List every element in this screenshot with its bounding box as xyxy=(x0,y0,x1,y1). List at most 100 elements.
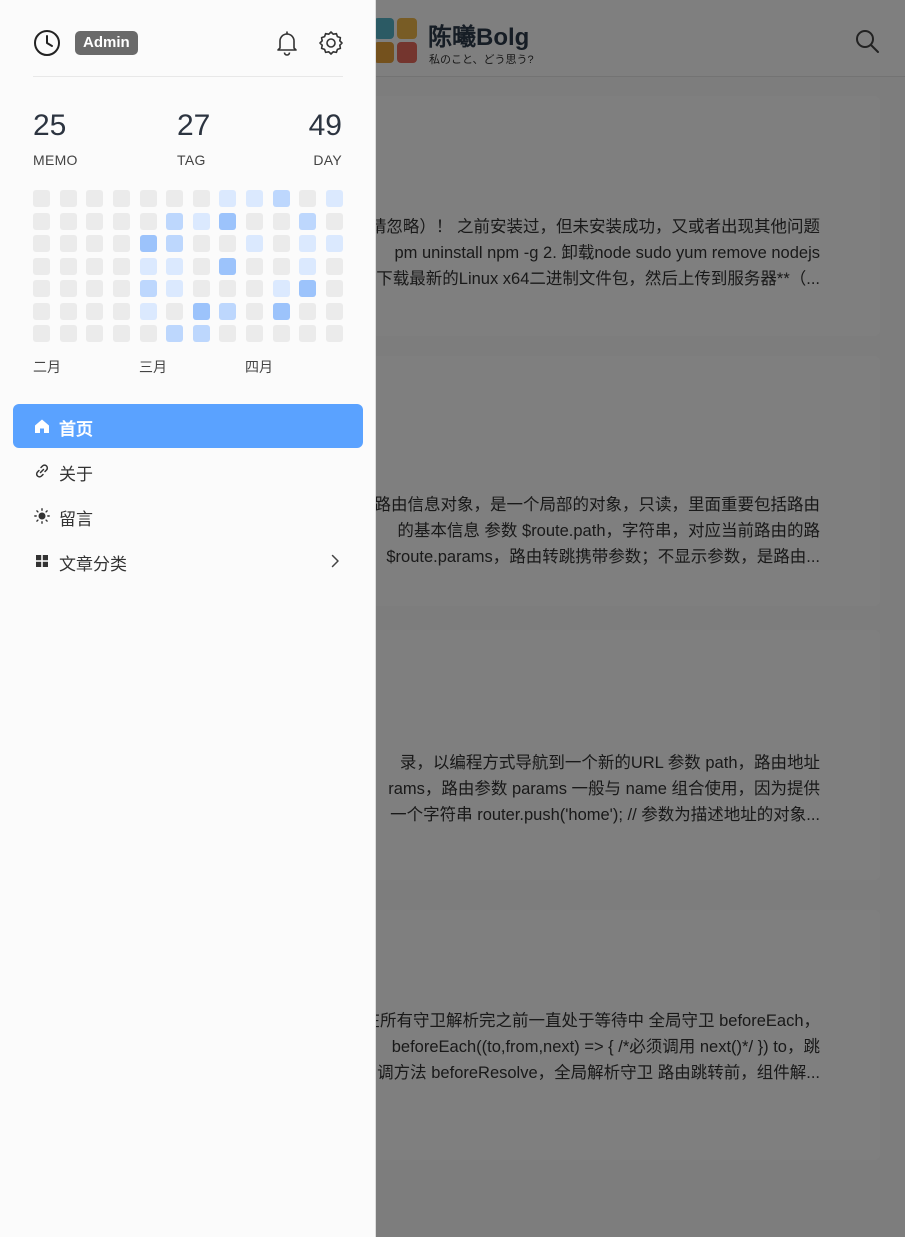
heatmap-cell[interactable] xyxy=(272,212,290,230)
heatmap-cell[interactable] xyxy=(139,280,157,297)
heatmap-cell[interactable] xyxy=(112,235,130,252)
heatmap-cell[interactable] xyxy=(299,302,317,320)
nav-item-home[interactable]: 首页 xyxy=(13,404,363,448)
heatmap-cell[interactable] xyxy=(112,325,130,342)
heatmap-cell[interactable] xyxy=(86,280,104,297)
heatmap-cell[interactable] xyxy=(86,235,104,252)
heatmap-cell[interactable] xyxy=(299,325,317,342)
stat-label: MEMO xyxy=(33,152,78,168)
heatmap-cell[interactable] xyxy=(166,212,184,230)
heatmap-cell[interactable] xyxy=(219,280,237,297)
heatmap-cell[interactable] xyxy=(246,212,264,230)
heatmap-cell[interactable] xyxy=(219,190,237,207)
heatmap-cell[interactable] xyxy=(272,302,290,320)
heatmap-cell[interactable] xyxy=(192,325,210,342)
nav-label: 留言 xyxy=(59,510,93,529)
heatmap-cell[interactable] xyxy=(139,257,157,275)
heatmap-cell[interactable] xyxy=(33,235,50,252)
month-label: 三月 xyxy=(139,359,167,375)
heatmap-cell[interactable] xyxy=(166,190,184,207)
stat-label: TAG xyxy=(177,152,206,168)
heatmap-cell[interactable] xyxy=(166,235,184,252)
heatmap-cell[interactable] xyxy=(33,190,50,207)
link-icon xyxy=(35,464,49,478)
heatmap-cell[interactable] xyxy=(166,257,184,275)
gear-icon[interactable] xyxy=(317,29,345,57)
heatmap-cell[interactable] xyxy=(139,190,157,207)
heatmap-cell[interactable] xyxy=(326,280,343,297)
divider xyxy=(33,76,343,77)
heatmap-cell[interactable] xyxy=(166,325,184,342)
heatmap-cell[interactable] xyxy=(326,302,343,320)
heatmap-cell[interactable] xyxy=(112,212,130,230)
heatmap-cell[interactable] xyxy=(139,302,157,320)
heatmap-cell[interactable] xyxy=(139,212,157,230)
heatmap-cell[interactable] xyxy=(272,280,290,297)
heatmap-cell[interactable] xyxy=(246,325,264,342)
heatmap-cell[interactable] xyxy=(219,212,237,230)
heatmap-cell[interactable] xyxy=(86,325,104,342)
heatmap-cell[interactable] xyxy=(272,235,290,252)
heatmap-cell[interactable] xyxy=(166,280,184,297)
heatmap-cell[interactable] xyxy=(192,190,210,207)
heatmap-cell[interactable] xyxy=(246,235,264,252)
heatmap-cell[interactable] xyxy=(192,302,210,320)
heatmap-cell[interactable] xyxy=(86,302,104,320)
heatmap-cell[interactable] xyxy=(326,212,343,230)
heatmap-cell[interactable] xyxy=(59,190,77,207)
admin-badge[interactable]: Admin xyxy=(75,31,138,55)
heatmap-cell[interactable] xyxy=(192,280,210,297)
heatmap-cell[interactable] xyxy=(299,212,317,230)
nav-item-about[interactable]: 关于 xyxy=(13,449,363,493)
heatmap-cell[interactable] xyxy=(59,235,77,252)
heatmap-cell[interactable] xyxy=(219,257,237,275)
heatmap-cell[interactable] xyxy=(166,302,184,320)
heatmap-cell[interactable] xyxy=(59,280,77,297)
heatmap-cell[interactable] xyxy=(192,212,210,230)
heatmap-cell[interactable] xyxy=(272,257,290,275)
heatmap-cell[interactable] xyxy=(192,235,210,252)
heatmap-cell[interactable] xyxy=(139,325,157,342)
nav-item-messages[interactable]: 留言 xyxy=(13,494,363,538)
heatmap-cell[interactable] xyxy=(112,302,130,320)
heatmap-cell[interactable] xyxy=(219,325,237,342)
heatmap-cell[interactable] xyxy=(33,212,50,230)
nav-item-categories[interactable]: 文章分类 xyxy=(13,539,363,583)
heatmap-cell[interactable] xyxy=(112,190,130,207)
heatmap-cell[interactable] xyxy=(272,325,290,342)
clock-icon[interactable] xyxy=(33,29,61,57)
heatmap-cell[interactable] xyxy=(86,257,104,275)
heatmap-cell[interactable] xyxy=(33,257,50,275)
heatmap-cell[interactable] xyxy=(326,257,343,275)
heatmap-cell[interactable] xyxy=(33,280,50,297)
heatmap-cell[interactable] xyxy=(219,302,237,320)
heatmap-cell[interactable] xyxy=(139,235,157,252)
heatmap-cell[interactable] xyxy=(219,235,237,252)
heatmap-cell[interactable] xyxy=(299,190,317,207)
heatmap-cell[interactable] xyxy=(86,212,104,230)
heatmap-cell[interactable] xyxy=(59,302,77,320)
heatmap-cell[interactable] xyxy=(299,280,317,297)
nav-label: 文章分类 xyxy=(59,555,127,574)
heatmap-cell[interactable] xyxy=(246,190,264,207)
heatmap-cell[interactable] xyxy=(112,257,130,275)
heatmap-cell[interactable] xyxy=(59,325,77,342)
heatmap-cell[interactable] xyxy=(326,190,343,207)
heatmap-cell[interactable] xyxy=(246,280,264,297)
heatmap-cell[interactable] xyxy=(33,325,50,342)
side-drawer: Admin 25 MEMO 27 TAG 49 DAY 二月 三月 四月 首页 xyxy=(0,0,375,1237)
heatmap-cell[interactable] xyxy=(299,235,317,252)
heatmap-cell[interactable] xyxy=(59,257,77,275)
heatmap-cell[interactable] xyxy=(246,257,264,275)
heatmap-cell[interactable] xyxy=(86,190,104,207)
bell-icon[interactable] xyxy=(273,29,301,57)
heatmap-cell[interactable] xyxy=(326,235,343,252)
heatmap-cell[interactable] xyxy=(59,212,77,230)
heatmap-cell[interactable] xyxy=(246,302,264,320)
heatmap-cell[interactable] xyxy=(272,190,290,207)
heatmap-cell[interactable] xyxy=(326,325,343,342)
heatmap-cell[interactable] xyxy=(33,302,50,320)
heatmap-cell[interactable] xyxy=(112,280,130,297)
heatmap-cell[interactable] xyxy=(192,257,210,275)
heatmap-cell[interactable] xyxy=(299,257,317,275)
